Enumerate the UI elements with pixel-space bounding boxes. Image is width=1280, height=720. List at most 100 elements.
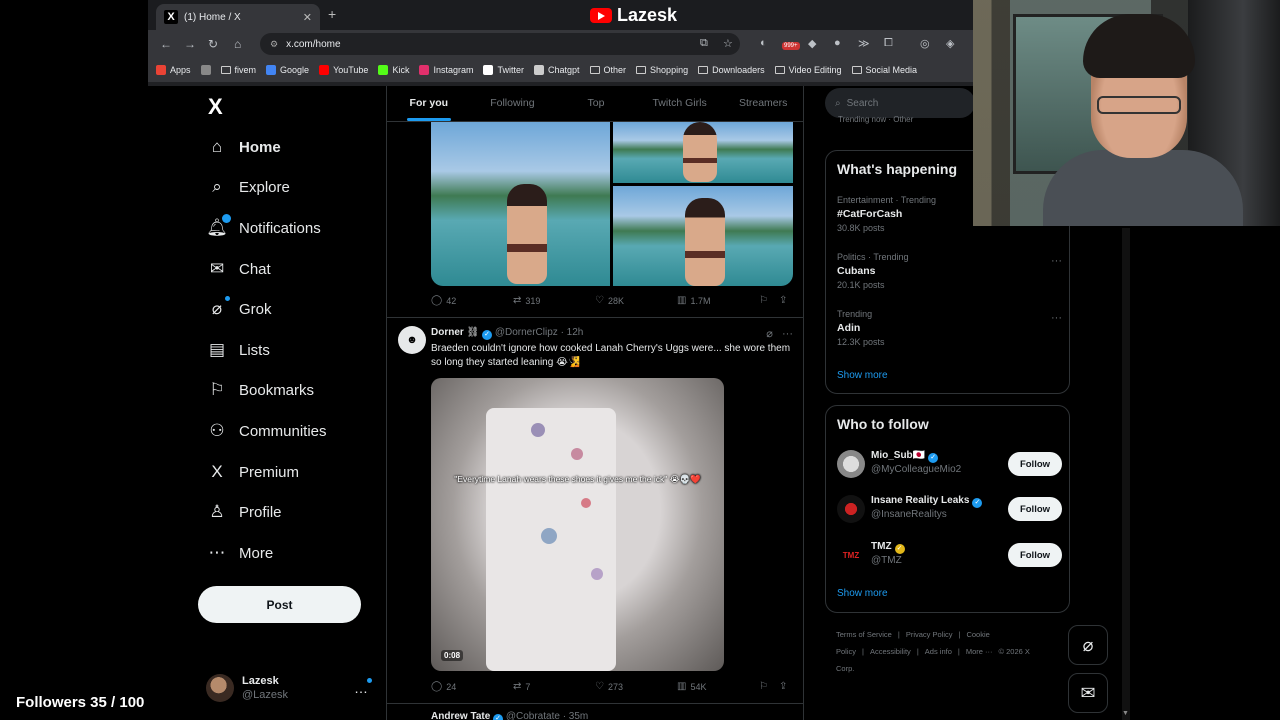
footer-link[interactable]: More ···: [966, 647, 993, 656]
author-name[interactable]: Dorner: [431, 327, 464, 338]
extension-icon[interactable]: ●: [834, 37, 841, 49]
bookmark-item[interactable]: Social Media: [851, 65, 917, 75]
install-app-icon[interactable]: ⧉: [700, 37, 708, 50]
scroll-down-icon[interactable]: ▼: [1122, 710, 1129, 717]
bookmark-button[interactable]: ⚐: [759, 681, 779, 692]
reply-button[interactable]: ◯ 24: [431, 681, 513, 692]
extension-icon[interactable]: ◈: [946, 37, 954, 50]
new-tab-button[interactable]: +: [328, 6, 336, 22]
avatar[interactable]: [837, 495, 865, 523]
views-button[interactable]: ▥ 54K: [677, 681, 759, 692]
nav-item-grok[interactable]: ⌀ Grok: [206, 296, 272, 321]
bookmark-item[interactable]: Google: [266, 65, 309, 75]
nav-item-communities[interactable]: ⚇ Communities: [206, 419, 326, 443]
nav-item-more[interactable]: ⋯ More: [206, 541, 274, 565]
bookmark-item[interactable]: Shopping: [636, 65, 688, 75]
more-dots-icon[interactable]: ···: [1051, 254, 1062, 268]
tab-following[interactable]: Following: [471, 86, 555, 121]
extension-icon[interactable]: ◐: [760, 37, 767, 49]
nav-item-bookmarks[interactable]: ⚐ Bookmarks: [206, 378, 314, 402]
grok-analyze-icon[interactable]: ⌀: [766, 328, 773, 340]
bookmark-item[interactable]: Kick: [378, 65, 409, 75]
bookmark-button[interactable]: ⚐: [759, 295, 779, 306]
nav-item-lists[interactable]: ▤ Lists: [206, 338, 270, 362]
nav-item-premium[interactable]: X Premium: [206, 460, 299, 484]
follow-button[interactable]: Follow: [1008, 497, 1062, 521]
tab-for-you[interactable]: For you: [387, 86, 471, 121]
share-button[interactable]: ⇪: [779, 681, 787, 692]
author-handle[interactable]: @DornerClipz: [495, 327, 558, 338]
extensions-puzzle-icon[interactable]: ⧠: [884, 37, 893, 50]
author-name[interactable]: Andrew Tate: [431, 711, 490, 720]
follow-button[interactable]: Follow: [1008, 543, 1062, 567]
footer-link[interactable]: Ads info: [925, 647, 952, 656]
avatar[interactable]: TMZ: [837, 541, 865, 569]
bookmark-item[interactable]: Twitter: [483, 65, 524, 75]
more-dots-icon[interactable]: …: [354, 680, 368, 696]
footer-link[interactable]: Accessibility: [870, 647, 911, 656]
tab-top[interactable]: Top: [554, 86, 638, 121]
nav-item-chat[interactable]: ✉ Chat: [206, 257, 271, 281]
follow-suggestion[interactable]: TMZ TMZ ✓ @TMZ Follow: [837, 539, 1062, 571]
like-button[interactable]: ♡ 273: [595, 681, 677, 692]
bookmark-item[interactable]: [200, 65, 211, 75]
account-switcher[interactable]: Lazesk @Lazesk …: [206, 674, 376, 702]
bookmark-item[interactable]: Chatgpt: [534, 65, 580, 75]
post-media-grid[interactable]: [431, 122, 793, 286]
site-info-icon[interactable]: ⚙: [270, 39, 278, 50]
bookmark-item[interactable]: Instagram: [419, 65, 473, 75]
show-more-link[interactable]: Show more: [837, 588, 888, 599]
like-button[interactable]: ♡ 28K: [595, 295, 677, 306]
bookmark-item[interactable]: YouTube: [319, 65, 368, 75]
more-dots-icon[interactable]: ···: [1051, 311, 1062, 325]
scrollbar[interactable]: [1122, 228, 1130, 720]
follow-button[interactable]: Follow: [1008, 452, 1062, 476]
views-button[interactable]: ▥ 1.7M: [677, 295, 759, 306]
avatar[interactable]: [837, 450, 865, 478]
nav-item-profile[interactable]: ♙ Profile: [206, 500, 281, 524]
tab-twitch-girls[interactable]: Twitch Girls: [638, 86, 722, 121]
author-handle[interactable]: @Cobratate · 35m: [506, 711, 588, 720]
repost-button[interactable]: ⇄ 7: [513, 681, 595, 692]
address-bar[interactable]: ⚙ x.com/home: [260, 33, 740, 55]
extension-icon[interactable]: ◎: [920, 37, 930, 50]
footer-link[interactable]: Terms of Service: [836, 630, 892, 639]
grok-fab-button[interactable]: ⌀: [1068, 625, 1108, 665]
bookmark-item[interactable]: fivem: [220, 65, 256, 75]
reload-icon[interactable]: ↻: [208, 37, 218, 51]
messages-fab-button[interactable]: ✉: [1068, 673, 1108, 713]
post-image[interactable]: [613, 186, 793, 286]
post-video[interactable]: "Everytime Lanah wears these shoes it gi…: [431, 378, 724, 671]
bookmark-item[interactable]: Other: [589, 65, 626, 75]
extension-icon[interactable]: ◆: [808, 37, 816, 50]
home-browser-icon[interactable]: ⌂: [234, 37, 241, 51]
nav-item-explore[interactable]: ⌕ Explore: [206, 175, 290, 199]
footer-link[interactable]: Privacy Policy: [906, 630, 953, 639]
more-dots-icon[interactable]: ···: [782, 328, 793, 340]
post-image[interactable]: [613, 122, 793, 183]
bookmark-item[interactable]: Apps: [156, 65, 191, 75]
x-logo[interactable]: X: [208, 94, 223, 120]
trend-item[interactable]: Trending Adin 12.3K posts ···: [837, 307, 1062, 349]
extension-icon[interactable]: ≫: [858, 37, 870, 50]
bookmark-item[interactable]: Video Editing: [774, 65, 842, 75]
back-icon[interactable]: ←: [160, 37, 172, 51]
search-input[interactable]: ⌕ Search: [825, 88, 975, 118]
avatar[interactable]: ☻: [398, 326, 426, 354]
show-more-link[interactable]: Show more: [837, 370, 888, 381]
share-button[interactable]: ⇪: [779, 295, 787, 306]
nav-item-notifications[interactable]: 🔔︎ Notifications: [206, 214, 321, 240]
star-bookmark-icon[interactable]: ☆: [723, 37, 733, 50]
nav-item-home[interactable]: ⌂ Home: [206, 135, 281, 159]
close-tab-icon[interactable]: ✕: [303, 11, 312, 24]
repost-button[interactable]: ⇄ 319: [513, 295, 595, 306]
follow-suggestion[interactable]: Mio_Sub🇯🇵 ✓ @MyColleagueMio2 Follow: [837, 448, 1062, 480]
next-post-header[interactable]: Andrew Tate ✓ @Cobratate · 35m: [431, 711, 588, 720]
trend-item[interactable]: Politics · Trending Cubans 20.1K posts ···: [837, 250, 1062, 292]
reply-button[interactable]: ◯ 42: [431, 295, 513, 306]
post-image[interactable]: [431, 122, 610, 286]
bookmark-item[interactable]: Downloaders: [698, 65, 765, 75]
browser-tab-x-home[interactable]: X (1) Home / X ✕: [156, 4, 320, 30]
tab-streamers[interactable]: Streamers: [721, 86, 803, 121]
follow-suggestion[interactable]: Insane Reality Leaks ✓ @InsaneRealitys Foll…: [837, 493, 1062, 525]
